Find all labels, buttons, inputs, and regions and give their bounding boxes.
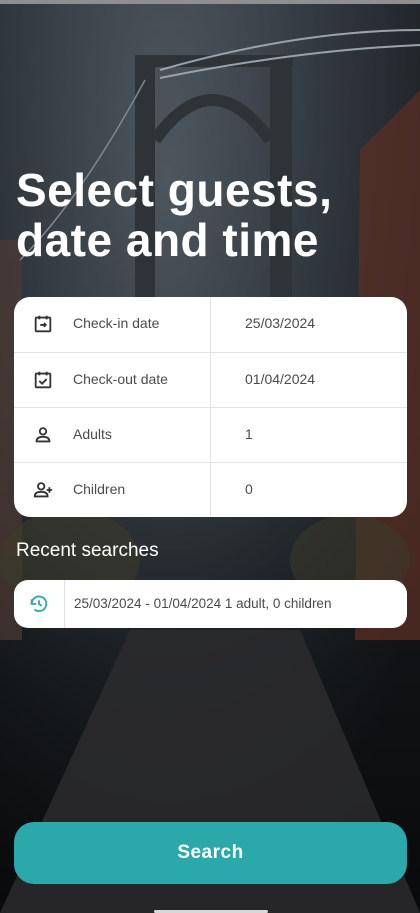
adults-row[interactable]: Adults 1 — [14, 407, 407, 463]
person-icon — [32, 424, 54, 446]
adults-value[interactable]: 1 — [245, 426, 253, 442]
check-in-row[interactable]: Check-in date 25/03/2024 — [14, 297, 407, 352]
status-bar — [0, 0, 420, 4]
children-value[interactable]: 0 — [245, 481, 253, 497]
calendar-arrow-icon — [32, 313, 54, 335]
divider — [210, 297, 211, 352]
check-in-label: Check-in date — [73, 315, 160, 331]
divider — [210, 463, 211, 517]
recent-search-text: 25/03/2024 - 01/04/2024 1 adult, 0 child… — [74, 596, 332, 611]
divider — [210, 408, 211, 463]
page-title: Select guests, date and time — [16, 164, 333, 266]
person-add-icon — [32, 479, 54, 501]
calendar-check-icon — [32, 369, 54, 391]
search-button[interactable]: Search — [14, 822, 407, 884]
check-out-value[interactable]: 01/04/2024 — [245, 371, 315, 387]
history-icon — [14, 580, 65, 628]
recent-searches-heading: Recent searches — [16, 540, 159, 561]
children-row[interactable]: Children 0 — [14, 462, 407, 517]
recent-search-item[interactable]: 25/03/2024 - 01/04/2024 1 adult, 0 child… — [14, 580, 407, 628]
adults-label: Adults — [73, 426, 112, 442]
divider — [210, 353, 211, 408]
check-out-label: Check-out date — [73, 371, 168, 387]
booking-form-card: Check-in date 25/03/2024 Check-out date … — [14, 297, 407, 517]
check-out-row[interactable]: Check-out date 01/04/2024 — [14, 352, 407, 408]
check-in-value[interactable]: 25/03/2024 — [245, 315, 315, 331]
children-label: Children — [73, 481, 126, 497]
